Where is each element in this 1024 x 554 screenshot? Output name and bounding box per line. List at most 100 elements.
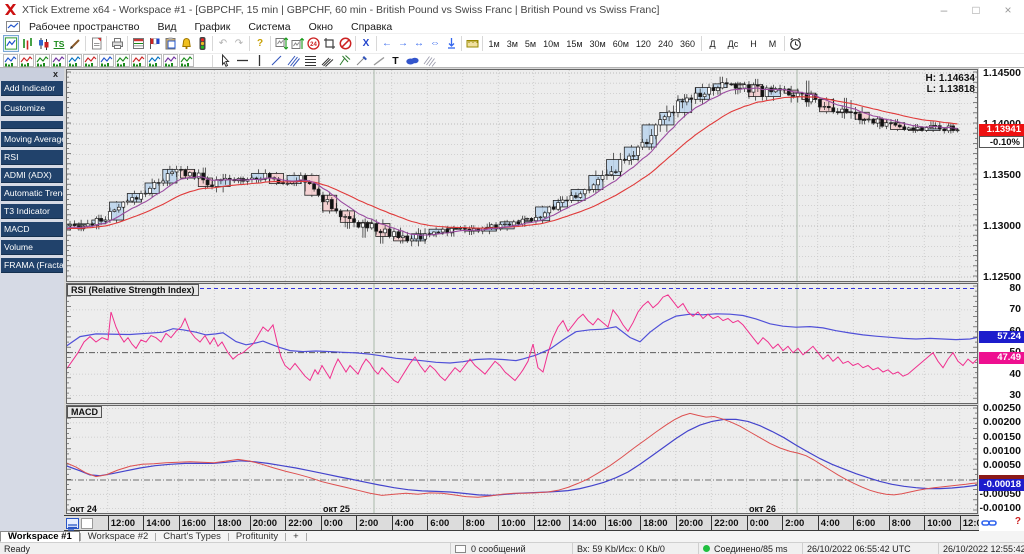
sidebar-item-add-indicator[interactable]: Add Indicator [1, 81, 63, 96]
sidebar-item-macd[interactable]: MACD [1, 222, 63, 237]
menu-4[interactable]: Система [239, 21, 299, 33]
sidebar-close-icon[interactable]: x [53, 69, 58, 79]
sidebar-item-volume[interactable]: Volume [1, 240, 63, 255]
help-question-icon[interactable]: ? [1015, 516, 1021, 527]
redo-button[interactable]: ↷ [231, 35, 247, 52]
menu-5[interactable]: Окно [300, 21, 342, 33]
text-tool-tool-button[interactable]: T [388, 54, 404, 68]
help-key-button[interactable]: ? [252, 35, 268, 52]
sidebar-item-automatic-trend[interactable]: Automatic Trend [1, 186, 63, 201]
chart-bars-button[interactable] [19, 35, 35, 52]
line-h-tool-button[interactable] [235, 54, 251, 68]
link-charts-icon[interactable] [981, 517, 997, 529]
delete-x-button[interactable]: X [358, 35, 374, 52]
sidebar-item-frama-fractal-a[interactable]: FRAMA (Fractal A [1, 258, 63, 273]
arrow-right-button[interactable]: → [395, 35, 411, 52]
traffic-light-button[interactable] [194, 35, 210, 52]
zoom-up-button[interactable] [289, 35, 305, 52]
menu-6[interactable]: Справка [342, 21, 401, 33]
menu-3[interactable]: График [185, 21, 239, 33]
arrow-both2-button[interactable]: ⇔ [427, 35, 443, 52]
printer-button[interactable] [109, 35, 125, 52]
workspace-tab-5[interactable]: + [286, 531, 306, 542]
sidebar-item-t3-indicator[interactable]: T3 Indicator [1, 204, 63, 219]
line-v-tool-button[interactable] [252, 54, 268, 68]
indicator-preset-5-button[interactable] [66, 54, 82, 68]
arrow-last-button[interactable] [443, 35, 459, 52]
workspace-tab-2[interactable]: Workspace #2 [81, 531, 156, 542]
menu-2[interactable]: Вид [148, 21, 185, 33]
timeframe-30м-button[interactable]: 30м [586, 36, 609, 52]
minimize-button[interactable]: – [928, 0, 960, 19]
ray-tool-button[interactable] [371, 54, 387, 68]
line-d-tool-button[interactable] [269, 54, 285, 68]
period-Н-button[interactable]: Н [744, 36, 763, 52]
pitchfork-tool-button[interactable] [337, 54, 353, 68]
chart-candles-button[interactable] [35, 35, 51, 52]
parallel-lines-tool-button[interactable] [286, 54, 302, 68]
chart-line-button[interactable] [3, 35, 19, 52]
indicator-preset-12-button[interactable] [178, 54, 194, 68]
pen-line-tool-button[interactable] [354, 54, 370, 68]
period-М-button[interactable]: М [763, 36, 783, 52]
report-button[interactable] [88, 35, 104, 52]
indicator-preset-11-button[interactable] [162, 54, 178, 68]
status-messages[interactable]: 0 сообщений [450, 543, 572, 554]
indicator-preset-8-button[interactable] [114, 54, 130, 68]
indicator-preset-2-button[interactable] [18, 54, 34, 68]
timeframe-10м-button[interactable]: 10м [540, 36, 563, 52]
indicator-preset-1-button[interactable] [2, 54, 18, 68]
pencil-button[interactable] [67, 35, 83, 52]
workspace-tab-4[interactable]: Profitunity [229, 531, 285, 542]
fib-channel-tool-button[interactable] [320, 54, 336, 68]
close-button[interactable]: × [992, 0, 1024, 19]
fib-retracement-tool-button[interactable] [303, 54, 319, 68]
alarm-bell-button[interactable] [178, 35, 194, 52]
timeframe-240-button[interactable]: 240 [654, 36, 676, 52]
axis-blank-button[interactable] [81, 518, 93, 529]
ruler-button[interactable] [464, 35, 480, 52]
period-Д-button[interactable]: Д [704, 36, 722, 52]
hatch-tool-button[interactable] [422, 54, 438, 68]
menu-1[interactable]: Рабочее пространство [20, 21, 148, 33]
timeframe-360-button[interactable]: 360 [676, 36, 698, 52]
timeframe-60м-button[interactable]: 60м [609, 36, 632, 52]
workspace-tab-1[interactable]: Workspace #1 [0, 531, 80, 542]
macd-panel-title[interactable]: MACD [67, 406, 102, 418]
indicator-preset-10-button[interactable] [146, 54, 162, 68]
indicator-preset-9-button[interactable] [130, 54, 146, 68]
indicator-preset-6-button[interactable] [82, 54, 98, 68]
no-entry-button[interactable] [337, 35, 353, 52]
timeframe-5м-button[interactable]: 5м [521, 36, 539, 52]
cloud-tool-button[interactable] [405, 54, 421, 68]
flag-button[interactable] [146, 35, 162, 52]
quotes-table-button[interactable] [130, 35, 146, 52]
alarm-clock-button[interactable] [787, 35, 803, 52]
undo-button[interactable]: ↶ [215, 35, 231, 52]
pointer-tool-button[interactable] [218, 54, 234, 68]
crop-button[interactable] [321, 35, 337, 52]
axis-properties-icon[interactable] [66, 518, 79, 529]
zoom-range-button[interactable] [273, 35, 289, 52]
arrow-both-button[interactable]: ↔ [411, 35, 427, 52]
timeframe-15м-button[interactable]: 15м [563, 36, 586, 52]
hours-24-button[interactable]: 24 [305, 35, 321, 52]
rsi-panel-title[interactable]: RSI (Relative Strength Index) [67, 284, 199, 296]
timeframe-3м-button[interactable]: 3м [503, 36, 521, 52]
period-Дс-button[interactable]: Дс [722, 36, 745, 52]
sidebar-item-rsi[interactable]: RSI [1, 150, 63, 165]
timeframe-120-button[interactable]: 120 [632, 36, 654, 52]
sidebar-item-admi-adx[interactable]: ADMI (ADX) [1, 168, 63, 183]
sidebar-item-customize[interactable]: Customize [1, 101, 63, 116]
workspace-tab-3[interactable]: Chart's Types [156, 531, 228, 542]
arrow-left-button[interactable]: ← [379, 35, 395, 52]
indicator-preset-3-button[interactable] [34, 54, 50, 68]
indicator-preset-4-button[interactable] [50, 54, 66, 68]
sidebar-item-moving-average[interactable]: Moving Average [1, 132, 63, 147]
ts-mode-button[interactable]: TS [51, 35, 67, 52]
price-scale[interactable]: 1.145001.140001.135001.130001.125001.139… [979, 68, 1024, 515]
indicator-preset-7-button[interactable] [98, 54, 114, 68]
clipboard-button[interactable] [162, 35, 178, 52]
timeframe-1м-button[interactable]: 1м [485, 36, 503, 52]
maximize-button[interactable]: □ [960, 0, 992, 19]
